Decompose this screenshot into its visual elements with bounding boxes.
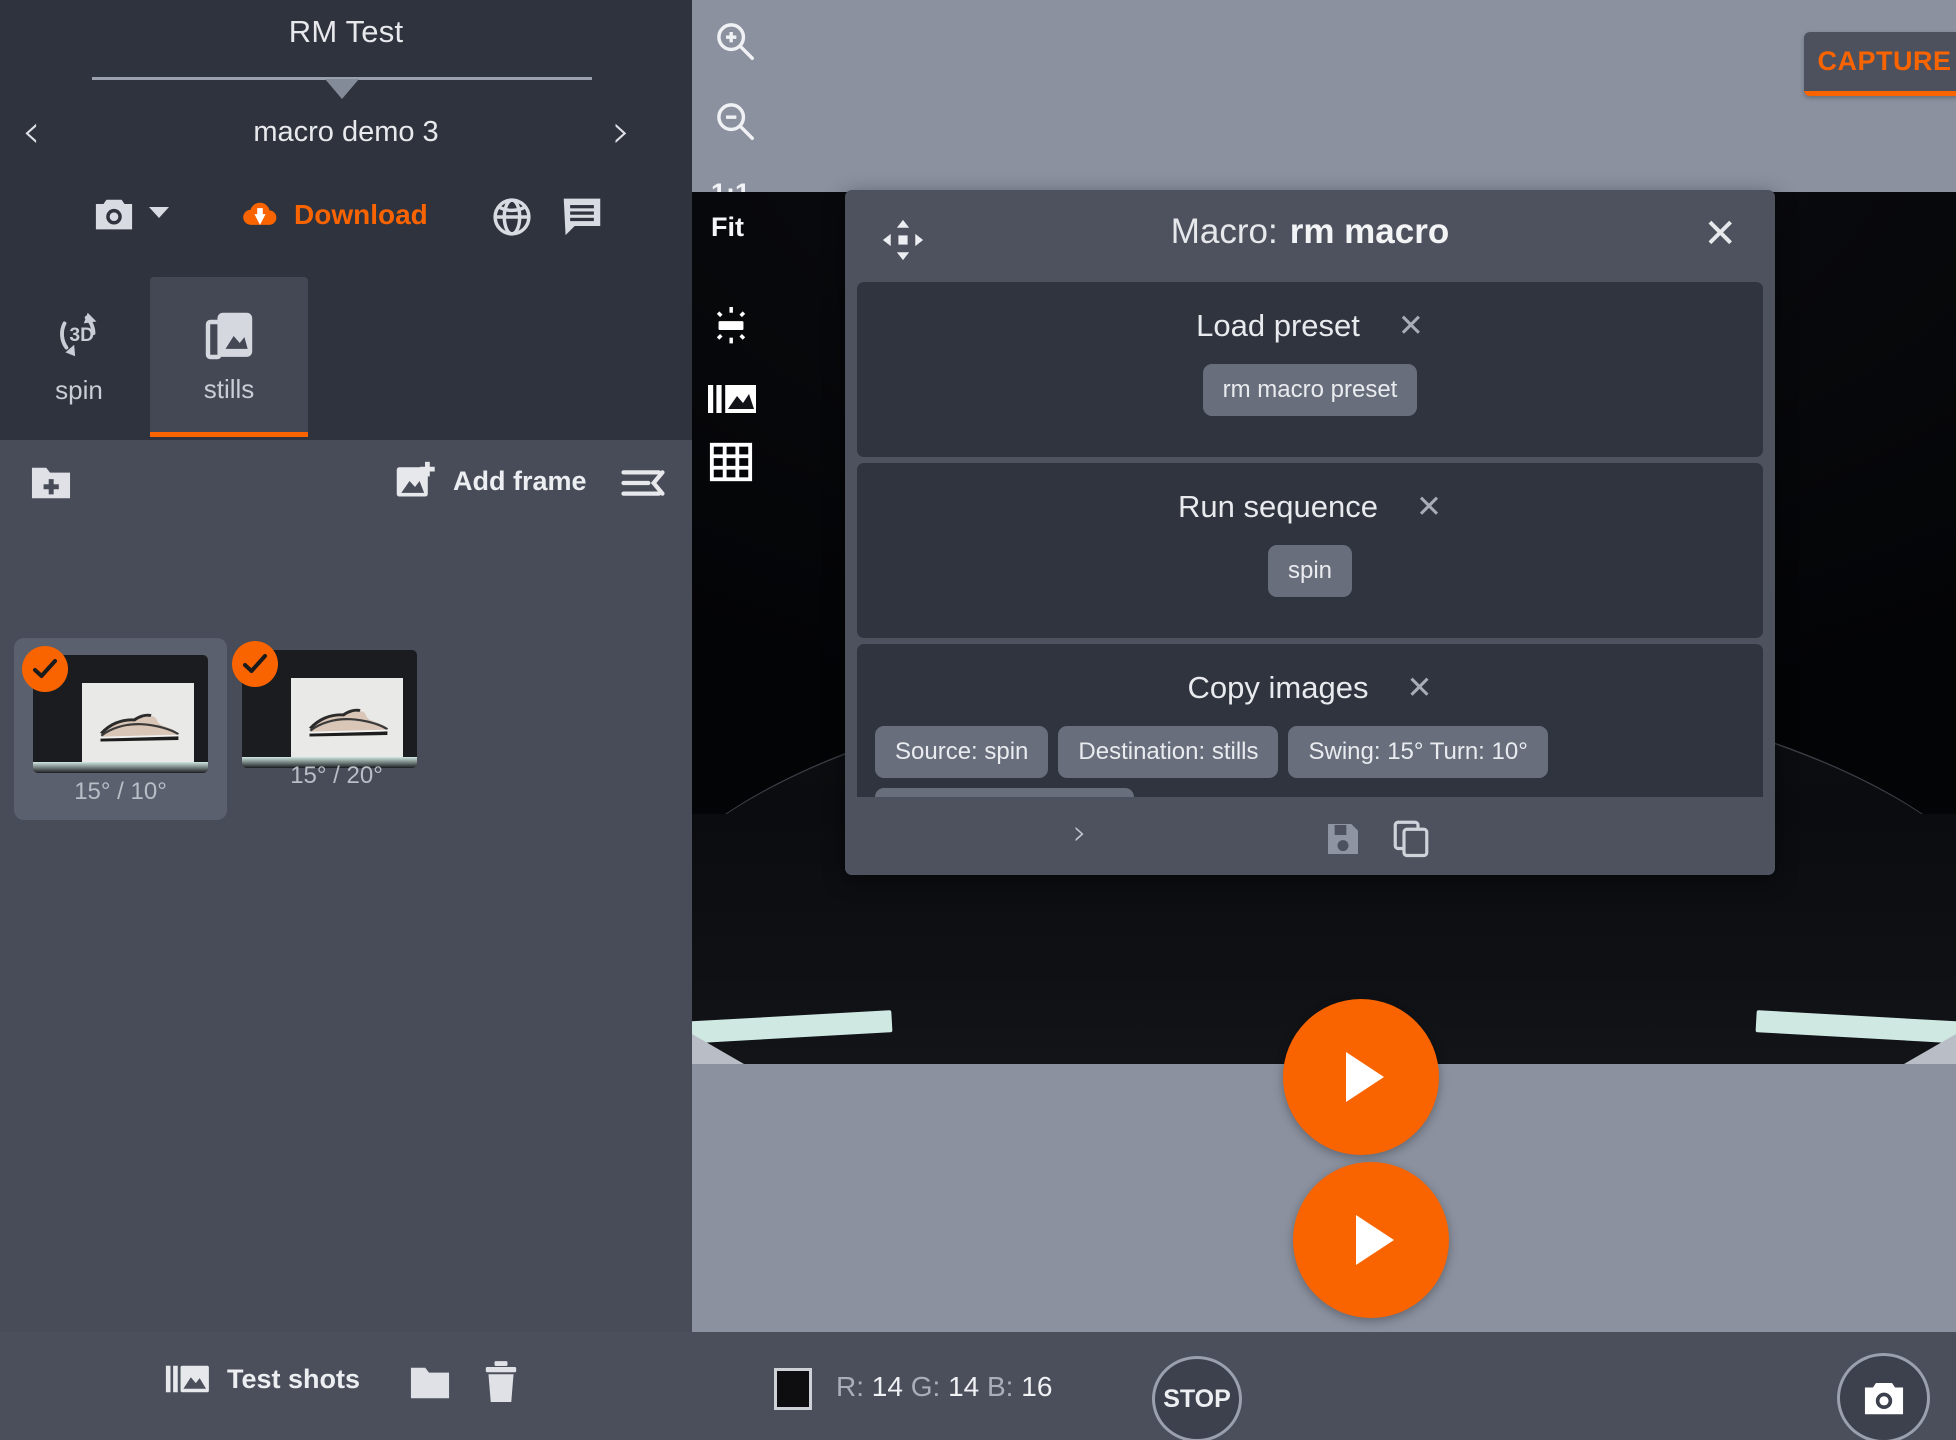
grid-icon[interactable] — [708, 440, 754, 489]
list-item[interactable]: 15° / 20° — [230, 638, 443, 820]
rgb-g-value: 14 — [948, 1371, 980, 1402]
project-action-row: Download — [0, 195, 692, 253]
remove-step-icon[interactable]: ✕ — [1398, 308, 1424, 344]
card-header: Load preset ✕ — [857, 308, 1763, 344]
macro-dialog-header: Macro: rm macro ✕ — [845, 190, 1775, 290]
sidebar-bottom-bar: Test shots — [0, 1332, 692, 1440]
cloud-download-icon — [243, 202, 277, 225]
add-frame-button[interactable]: Add frame — [393, 460, 587, 502]
card-header: Run sequence ✕ — [857, 489, 1763, 525]
dataset-name: macro demo 3 — [253, 116, 439, 148]
test-shots-label: Test shots — [227, 1363, 361, 1394]
chip-row: rm macro preset — [857, 364, 1763, 416]
active-tab-underline — [150, 432, 308, 437]
collapse-list-icon[interactable] — [620, 465, 666, 506]
save-icon[interactable] — [1323, 819, 1363, 864]
download-label: Download — [294, 199, 428, 230]
trash-icon[interactable] — [482, 1360, 520, 1409]
close-icon[interactable]: ✕ — [1703, 214, 1737, 254]
sidebar-item-spin[interactable]: 3D spin — [0, 277, 158, 435]
camera-settings-menu[interactable] — [92, 195, 170, 233]
macro-dialog-footer: › — [845, 797, 1775, 875]
macro-title-name: rm macro — [1289, 212, 1450, 251]
viewport-tool-rail: Fit — [692, 192, 812, 1064]
stage-corner-right — [1904, 1034, 1956, 1064]
download-button[interactable]: Download — [240, 197, 428, 233]
chip[interactable]: Destination: stills — [1058, 726, 1279, 778]
add-frame-label: Add frame — [453, 465, 587, 496]
macro-run-play-button[interactable] — [1283, 999, 1439, 1155]
remove-step-icon[interactable]: ✕ — [1416, 489, 1442, 525]
frame-thumb-subject — [308, 708, 388, 737]
globe-icon[interactable] — [490, 195, 534, 244]
macro-step-load-preset: Load preset ✕ rm macro preset — [857, 282, 1763, 457]
chip[interactable]: Swing: 15° Turn: 10° — [1288, 726, 1548, 778]
macro-step-run-sequence: Run sequence ✕ spin — [857, 463, 1763, 638]
capture-status-bar: R: 14 G: 14 B: 16 — [692, 1332, 1956, 1440]
frame-thumb-card — [82, 683, 194, 763]
card-title: Load preset — [1196, 308, 1360, 343]
macro-dialog: Macro: rm macro ✕ Load preset ✕ rm macro … — [845, 190, 1775, 875]
rgb-b-label: B: — [987, 1371, 1014, 1402]
duplicate-icon[interactable] — [1390, 817, 1432, 864]
check-icon[interactable] — [232, 641, 278, 687]
chip-row: spin — [857, 545, 1763, 597]
stills-images-icon — [205, 312, 253, 359]
capture-edit-tabs: CAPTURE EDIT — [1804, 32, 1956, 96]
frame-thumb-subject — [99, 713, 179, 742]
dataset-dropdown-caret-icon[interactable] — [325, 79, 359, 99]
sidebar-item-stills[interactable]: stills — [150, 277, 308, 435]
new-folder-icon[interactable] — [28, 462, 74, 507]
test-shots-button[interactable]: Test shots — [165, 1360, 360, 1398]
capture-run-play-button[interactable] — [1293, 1162, 1449, 1318]
check-icon[interactable] — [22, 646, 68, 692]
chevron-right-icon[interactable]: › — [1073, 813, 1087, 853]
color-swatch — [774, 1368, 812, 1410]
project-sidebar: RM Test ‹ › macro demo 3 Download 3D spi… — [0, 0, 692, 1440]
frame-thumb-card — [291, 678, 403, 758]
list-item[interactable]: 15° / 10° — [14, 638, 227, 820]
list-item-label: 15° / 10° — [74, 778, 167, 805]
svg-text:3D: 3D — [69, 324, 94, 345]
add-image-icon — [396, 461, 435, 497]
rgb-b-value: 16 — [1021, 1371, 1053, 1402]
rgb-g-label: G: — [910, 1371, 941, 1402]
sidebar-item-label: spin — [55, 374, 103, 405]
sidebar-item-label: stills — [203, 373, 255, 404]
stop-button[interactable]: STOP — [1152, 1356, 1242, 1440]
macro-title-prefix: Macro: — [1170, 212, 1278, 251]
tab-capture[interactable]: CAPTURE — [1804, 32, 1956, 96]
chip[interactable]: spin — [1267, 545, 1353, 597]
shutter-button[interactable] — [1837, 1353, 1930, 1440]
camera-icon — [95, 199, 133, 230]
capture-mode-tabs: 3D spin stills — [0, 277, 692, 437]
card-header: Copy images ✕ — [857, 670, 1763, 706]
rgb-r-value: 14 — [871, 1371, 903, 1402]
rgb-readout: R: 14 G: 14 B: 16 — [836, 1371, 1052, 1403]
frames-list: 15° / 10° 15° / 20° — [0, 525, 692, 1332]
frames-toolbar: Add frame — [0, 440, 692, 525]
folder-icon[interactable] — [407, 1362, 453, 1407]
notes-icon[interactable] — [560, 195, 604, 242]
zoom-in-icon[interactable] — [712, 18, 758, 69]
rgb-r-label: R: — [836, 1371, 864, 1402]
card-title: Run sequence — [1178, 489, 1378, 524]
lighting-icon[interactable] — [708, 302, 754, 353]
macro-dialog-title: Macro: rm macro — [845, 212, 1775, 252]
list-item-label: 15° / 20° — [290, 762, 383, 789]
histogram-icon[interactable] — [706, 377, 758, 426]
fit-button[interactable]: Fit — [711, 212, 744, 243]
3d-spin-icon: 3D — [60, 312, 97, 356]
remove-step-icon[interactable]: ✕ — [1406, 670, 1432, 706]
frame-thumb-floor — [33, 762, 208, 773]
card-title: Copy images — [1187, 670, 1369, 705]
zoom-out-icon[interactable] — [712, 98, 758, 149]
chevron-down-icon — [148, 205, 170, 224]
chip[interactable]: rm macro preset — [1202, 364, 1418, 416]
filmstrip-image-icon — [165, 1365, 209, 1393]
chip[interactable]: Source: spin — [875, 726, 1049, 778]
page-title: RM Test — [288, 14, 404, 49]
